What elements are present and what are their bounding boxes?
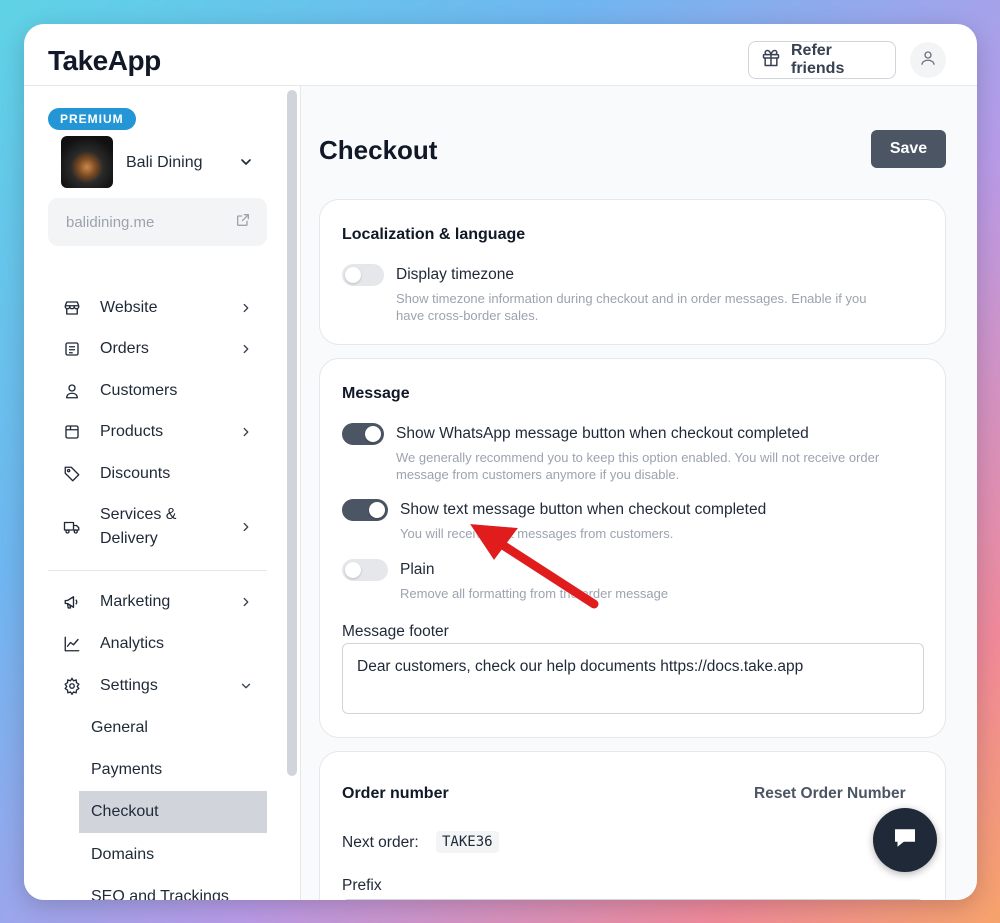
app-window: TakeApp Refer friends PREMIUM Bali Dinin… [24,24,977,900]
premium-badge: PREMIUM [48,108,136,130]
sidebar-item-label-line1: Services & [100,506,177,523]
text-message-label: Show text message button when checkout c… [400,501,767,518]
sidebar-item-label: Settings [100,677,158,694]
chevron-right-icon [243,344,249,354]
save-button[interactable]: Save [871,130,946,168]
sidebar-item-label: Analytics [100,635,165,652]
storefront-icon [62,298,82,318]
sidebar-subitem-payments[interactable]: Payments [79,749,267,791]
sidebar-subitem-seo[interactable]: SEO and Trackings [79,876,267,900]
toggle-knob [369,502,385,518]
prefix-label: Prefix [342,877,382,894]
text-message-toggle[interactable] [342,499,388,521]
app-logo[interactable]: TakeApp [48,46,161,76]
timezone-description-line1: Show timezone information during checkou… [396,291,867,306]
chevron-down-icon[interactable] [238,154,254,170]
reset-order-number-button[interactable]: Reset Order Number [754,785,906,803]
localization-card: Localization & language Display timezone… [319,199,946,345]
sidebar-item-label: Orders [100,340,149,357]
box-icon [62,422,82,442]
store-name[interactable]: Bali Dining [126,154,202,172]
prefix-input[interactable] [342,899,924,900]
whatsapp-description-line1: We generally recommend you to keep this … [396,450,880,465]
chevron-right-icon [243,303,249,313]
refer-friends-button[interactable]: Refer friends [748,41,896,79]
main-content: Checkout Save Localization & language Di… [301,86,977,900]
sidebar-item-marketing[interactable]: Marketing [48,583,267,621]
message-title: Message [342,385,410,402]
whatsapp-toggle[interactable] [342,423,384,445]
sidebar-item-label-line2: Delivery [100,530,158,547]
sidebar-item-label: Customers [100,382,178,399]
person-icon [62,381,82,401]
user-menu-button[interactable] [910,42,946,78]
next-order-value: TAKE36 [436,831,499,853]
sidebar-item-orders[interactable]: Orders [48,330,267,368]
sidebar-item-products[interactable]: Products [48,413,267,451]
page-title: Checkout [319,135,438,165]
sidebar-subitem-label: Domains [91,846,155,863]
plain-description: Remove all formatting from the order mes… [400,586,669,601]
sidebar-item-services-delivery[interactable]: Services & Delivery [48,498,267,556]
external-link-icon [237,214,249,226]
sidebar-item-label: Discounts [100,465,171,482]
top-bar: TakeApp Refer friends [24,24,977,86]
plain-label: Plain [400,561,435,578]
order-number-title: Order number [342,785,449,802]
chat-bubble-icon [890,823,920,858]
timezone-label: Display timezone [396,266,515,283]
whatsapp-description-line2: message from customers anymore if you di… [396,467,680,482]
whatsapp-label: Show WhatsApp message button when checko… [396,425,809,442]
gear-icon [62,676,82,696]
chevron-down-icon [241,683,251,689]
refer-friends-label: Refer friends [791,42,845,77]
message-footer-label: Message footer [342,623,449,640]
message-card: Message Show WhatsApp message button whe… [319,358,946,738]
chevron-right-icon [243,522,249,532]
sidebar-item-label: Marketing [100,593,171,610]
chart-line-icon [62,634,82,654]
localization-title: Localization & language [342,226,526,243]
message-footer-textarea[interactable]: Dear customers, check our help documents… [342,643,924,714]
sidebar-subitem-label: SEO and Trackings [91,888,229,900]
timezone-toggle[interactable] [342,264,384,286]
store-avatar[interactable] [61,136,113,188]
text-message-description: You will receive text messages from cust… [400,526,674,541]
sidebar-subitem-label: Checkout [91,803,159,820]
gift-icon [761,48,781,73]
chat-support-button[interactable] [873,808,937,872]
sidebar-item-analytics[interactable]: Analytics [48,625,267,663]
sidebar: PREMIUM Bali Dining balidining.me Websit… [24,86,284,900]
plain-toggle[interactable] [342,559,388,581]
sidebar-item-discounts[interactable]: Discounts [48,455,267,493]
sidebar-item-label: Products [100,423,164,440]
toggle-knob [365,426,381,442]
next-order-label: Next order: [342,834,419,851]
toggle-knob [345,562,361,578]
chevron-right-icon [243,597,249,607]
toggle-knob [345,267,361,283]
sidebar-item-label: Website [100,299,158,316]
sidebar-divider [48,570,267,571]
truck-icon [62,517,82,537]
sidebar-item-customers[interactable]: Customers [48,372,267,410]
sidebar-subitem-label: Payments [91,761,163,778]
sidebar-item-website[interactable]: Website [48,289,267,327]
sidebar-subitem-general[interactable]: General [79,707,267,749]
store-domain-link[interactable]: balidining.me [48,198,267,246]
sidebar-scrollbar[interactable] [287,90,297,776]
store-domain-text: balidining.me [66,213,155,231]
sidebar-subitem-label: General [91,719,148,736]
tag-icon [62,464,82,484]
sidebar-item-label: Services & Delivery [100,503,176,551]
timezone-description-line2: have cross-border sales. [396,308,539,323]
sidebar-subitem-checkout[interactable]: Checkout [79,791,267,833]
receipt-icon [62,339,82,359]
order-number-card: Order number Reset Order Number Next ord… [319,751,946,900]
user-icon [919,49,937,72]
megaphone-icon [62,592,82,612]
chevron-right-icon [243,427,249,437]
sidebar-item-settings[interactable]: Settings [48,667,267,705]
sidebar-subitem-domains[interactable]: Domains [79,834,267,876]
